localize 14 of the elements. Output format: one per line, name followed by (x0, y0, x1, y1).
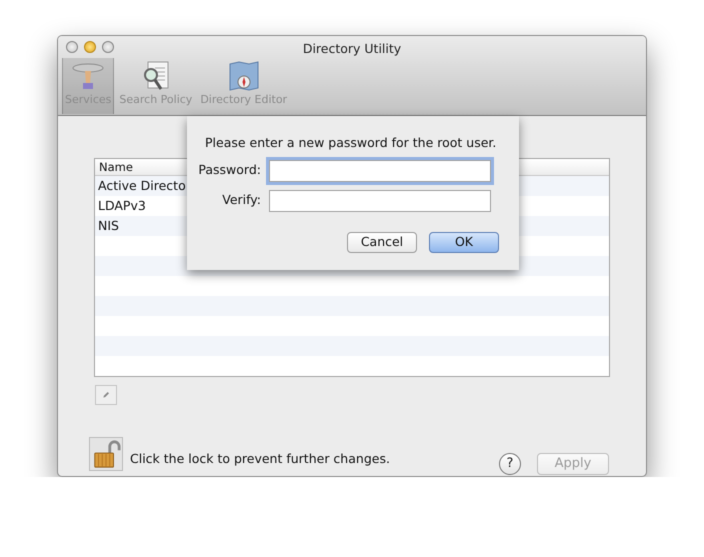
field-label: Verify: (221, 191, 262, 210)
lock-button[interactable] (89, 437, 123, 471)
lock-message: Click the lock to prevent further changes. (130, 450, 390, 468)
ok-button[interactable]: OK (429, 232, 499, 253)
close-button[interactable] (66, 41, 78, 53)
password-field[interactable] (269, 190, 491, 212)
minimize-button[interactable] (84, 41, 96, 53)
field-label: Password: (197, 161, 262, 180)
help-button[interactable]: ? (499, 453, 521, 475)
zoom-button[interactable] (102, 41, 114, 53)
window-title: Directory Utility (302, 41, 402, 56)
password-field[interactable] (269, 160, 491, 182)
sheet-message: Please enter a new password for the root user. (205, 135, 496, 150)
cancel-button[interactable]: Cancel (347, 232, 417, 253)
